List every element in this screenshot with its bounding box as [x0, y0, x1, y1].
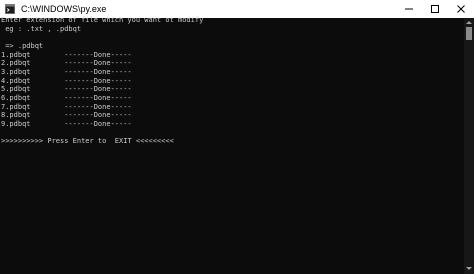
close-button[interactable] — [448, 0, 474, 18]
close-icon — [457, 5, 465, 13]
window-title: C:\WINDOWS\py.exe — [21, 4, 107, 14]
minimize-icon — [405, 8, 413, 10]
console-text: Enter extension of file which you want o… — [1, 16, 204, 146]
scrollbar-thumb[interactable] — [466, 27, 472, 40]
console-app-icon — [5, 4, 15, 14]
console-window: C:\WINDOWS\py.exe Enter extension of fil… — [0, 0, 474, 274]
vertical-scrollbar[interactable] — [464, 18, 474, 274]
maximize-button[interactable] — [422, 0, 448, 18]
scroll-up-arrow-icon[interactable] — [466, 21, 472, 24]
minimize-button[interactable] — [396, 0, 422, 18]
maximize-icon — [431, 5, 439, 13]
console-output-area[interactable]: Enter extension of file which you want o… — [0, 16, 464, 274]
scroll-down-arrow-icon[interactable] — [466, 267, 472, 270]
